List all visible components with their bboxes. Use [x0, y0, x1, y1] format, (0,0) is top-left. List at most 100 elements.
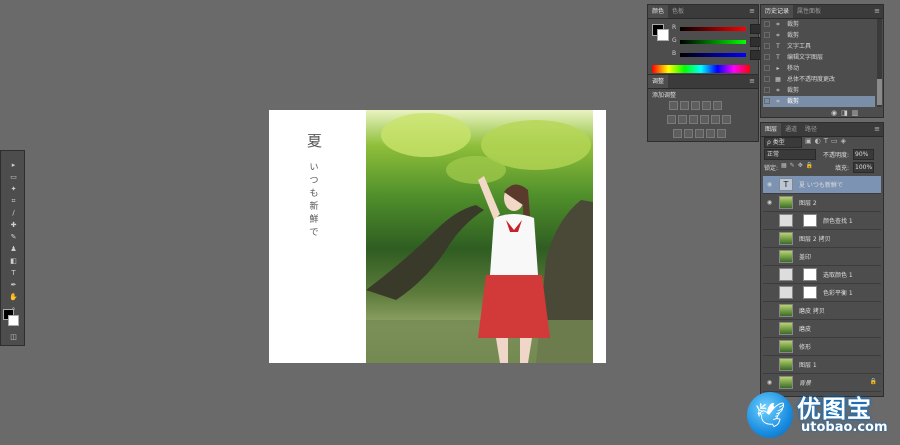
gradient-map-icon[interactable]	[706, 129, 715, 138]
image-filter-icon[interactable]: ▣	[805, 137, 815, 145]
layer-row[interactable]: 选取颜色 1	[763, 266, 881, 284]
color-spectrum-bar[interactable]	[652, 65, 750, 73]
tab-layers[interactable]: 图层	[761, 123, 782, 136]
panel-menu-icon[interactable]: ≡	[749, 7, 755, 15]
visibility-box[interactable]	[766, 235, 773, 242]
layer-row-selected[interactable]: ◉ T 夏 いつも新鮮で	[763, 176, 881, 194]
history-state[interactable]: ▸ 移动	[763, 63, 875, 74]
smart-object-filter-icon[interactable]: ◈	[841, 137, 849, 145]
history-state[interactable]: T 文字工具	[763, 41, 875, 52]
crop-tool-icon[interactable]: ⌗	[9, 197, 18, 206]
selective-color-icon[interactable]	[717, 129, 726, 138]
curves-icon[interactable]	[691, 101, 700, 110]
visibility-box[interactable]	[766, 253, 773, 260]
healing-brush-icon[interactable]: ✚	[9, 221, 18, 230]
channel-mixer-icon[interactable]	[711, 115, 720, 124]
subtitle-char: い	[309, 163, 319, 173]
move-tool-icon[interactable]: ▸	[9, 161, 18, 170]
black-white-icon[interactable]	[689, 115, 698, 124]
tab-properties[interactable]: 属性面板	[793, 5, 825, 18]
eye-icon[interactable]: ◉	[766, 181, 773, 188]
tab-swatches[interactable]: 色板	[668, 5, 688, 18]
layer-row[interactable]: 色彩平衡 1	[763, 284, 881, 302]
adjustment-filter-icon[interactable]: ◐	[815, 137, 824, 145]
eraser-tool-icon[interactable]: ◧	[9, 257, 18, 266]
background-color-swatch[interactable]	[8, 315, 19, 326]
text-tool-icon[interactable]: T	[9, 269, 18, 278]
layer-row[interactable]: 修形	[763, 338, 881, 356]
photo-filter-icon[interactable]	[700, 115, 709, 124]
visibility-box[interactable]	[766, 289, 773, 296]
layer-row[interactable]: 图层 2 拷贝	[763, 230, 881, 248]
photo-illustration	[366, 113, 593, 363]
layer-row[interactable]: 图层 1	[763, 356, 881, 374]
history-state[interactable]: ▦ 总体不透明度更改	[763, 74, 875, 85]
lock-image-icon[interactable]: ✎	[790, 162, 798, 169]
background-color-swatch[interactable]	[657, 29, 669, 41]
layer-row[interactable]: 磨皮 拷贝	[763, 302, 881, 320]
history-state[interactable]: ⌗ 裁剪	[763, 30, 875, 41]
history-state[interactable]: ⌗ 裁剪	[763, 85, 875, 96]
posterize-icon[interactable]	[684, 129, 693, 138]
history-scrollbar-thumb[interactable]	[877, 79, 882, 105]
fill-field[interactable]: 100%	[853, 162, 874, 173]
visibility-box[interactable]	[766, 343, 773, 350]
layer-row[interactable]: 磨皮	[763, 320, 881, 338]
new-document-icon[interactable]: ◨	[841, 109, 852, 117]
lock-transparent-icon[interactable]: ▦	[781, 162, 790, 169]
visibility-box[interactable]	[766, 217, 773, 224]
magic-wand-icon[interactable]: ✦	[9, 185, 18, 194]
invert-icon[interactable]	[673, 129, 682, 138]
panel-menu-icon[interactable]: ≡	[749, 77, 755, 85]
type-filter-icon[interactable]: T	[824, 137, 831, 145]
layer-row[interactable]: ◉ 图层 2	[763, 194, 881, 212]
levels-icon[interactable]	[680, 101, 689, 110]
history-state[interactable]: T 编辑文字图层	[763, 52, 875, 63]
exposure-icon[interactable]	[702, 101, 711, 110]
lock-position-icon[interactable]: ✥	[798, 162, 806, 169]
tab-channels[interactable]: 通道	[781, 123, 801, 136]
green-slider[interactable]	[680, 40, 746, 44]
document-canvas[interactable]: 夏 い つ も 新 鮮 で	[269, 110, 606, 363]
vibrance-icon[interactable]	[713, 101, 722, 110]
history-state[interactable]: ⌗ 裁剪	[763, 19, 875, 30]
tab-history[interactable]: 历史记录	[761, 5, 794, 18]
color-lookup-icon[interactable]	[722, 115, 731, 124]
eye-icon[interactable]: ◉	[766, 199, 773, 206]
shape-filter-icon[interactable]: ▭	[831, 137, 841, 145]
history-state-selected[interactable]: ⌗ 裁剪	[763, 96, 875, 107]
eye-icon[interactable]: ◉	[766, 379, 773, 386]
stamp-tool-icon[interactable]: ♟	[9, 245, 18, 254]
layer-filter-select[interactable]: ρ 类型	[764, 137, 802, 148]
lock-all-icon[interactable]: 🔒	[806, 162, 816, 169]
new-snapshot-icon[interactable]: ◉	[831, 109, 841, 117]
brightness-icon[interactable]	[669, 101, 678, 110]
marquee-tool-icon[interactable]: ▭	[9, 173, 18, 182]
trash-icon[interactable]: ▥	[852, 109, 863, 117]
panel-menu-icon[interactable]: ≡	[874, 7, 880, 15]
tab-paths[interactable]: 路径	[801, 123, 821, 136]
tab-adjustments[interactable]: 调整	[648, 75, 669, 88]
hue-saturation-icon[interactable]	[667, 115, 676, 124]
quick-mask-icon[interactable]: ◫	[9, 333, 18, 342]
tab-color[interactable]: 颜色	[648, 5, 669, 18]
red-slider[interactable]	[680, 27, 746, 31]
visibility-box[interactable]	[766, 361, 773, 368]
panel-menu-icon[interactable]: ≡	[874, 125, 880, 133]
blue-slider[interactable]	[680, 53, 746, 57]
layer-thumbnail	[779, 376, 793, 389]
hand-tool-icon[interactable]: ✋	[9, 293, 18, 302]
eyedropper-icon[interactable]: ∕	[9, 209, 18, 218]
visibility-box[interactable]	[766, 271, 773, 278]
pen-tool-icon[interactable]: ✒	[9, 281, 18, 290]
threshold-icon[interactable]	[695, 129, 704, 138]
opacity-field[interactable]: 90%	[853, 149, 874, 160]
history-scrollbar[interactable]	[877, 19, 882, 107]
visibility-box[interactable]	[766, 325, 773, 332]
layer-row[interactable]: 颜色查找 1	[763, 212, 881, 230]
visibility-box[interactable]	[766, 307, 773, 314]
layer-row[interactable]: 盖印	[763, 248, 881, 266]
brush-tool-icon[interactable]: ✎	[9, 233, 18, 242]
color-balance-icon[interactable]	[678, 115, 687, 124]
blend-mode-select[interactable]: 正常	[764, 149, 816, 160]
